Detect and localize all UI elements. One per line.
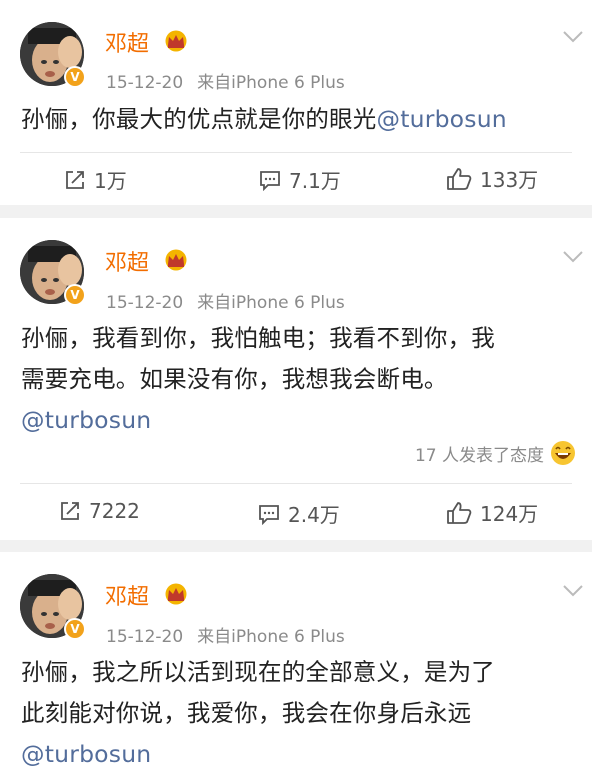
comment-button[interactable]: 2.4万 xyxy=(258,499,340,528)
repost-count: 1万 xyxy=(94,169,127,193)
comment-icon xyxy=(259,504,279,525)
mention-link[interactable]: @turbosun xyxy=(21,734,581,775)
repost-count: 7222 xyxy=(89,499,140,523)
divider xyxy=(20,152,572,153)
post-date: 15-12-20 xyxy=(106,293,184,313)
post-meta: 15-12-20 来自iPhone 6 Plus xyxy=(106,288,345,313)
repost-button[interactable]: 7222 xyxy=(59,499,140,523)
repost-icon xyxy=(66,170,84,189)
like-button[interactable]: 133万 xyxy=(446,164,538,193)
post-source[interactable]: 来自iPhone 6 Plus xyxy=(197,293,345,313)
repost-icon xyxy=(61,502,79,520)
mention-link[interactable]: @turbosun xyxy=(377,105,507,133)
post-text: 孙俪，我看到你，我怕触电；我看不到你，我 需要充电。如果没有你，我想我会断电。 … xyxy=(21,318,581,441)
like-count: 133万 xyxy=(480,168,539,192)
verified-badge-icon: V xyxy=(64,284,86,306)
verified-badge-icon: V xyxy=(64,618,86,640)
like-button[interactable]: 124万 xyxy=(446,498,538,527)
post-date: 15-12-20 xyxy=(106,73,184,93)
crown-icon xyxy=(165,583,187,605)
post-text-line: 孙俪，我看到你，我怕触电；我看不到你，我 xyxy=(21,324,495,352)
verified-badge-icon: V xyxy=(64,66,86,88)
chevron-down-icon[interactable] xyxy=(562,250,584,264)
divider xyxy=(20,483,572,484)
author-name[interactable]: 邓超 xyxy=(105,26,149,58)
post-text-line: 孙俪，你最大的优点就是你的眼光 xyxy=(21,105,377,133)
author-name[interactable]: 邓超 xyxy=(105,579,149,611)
like-icon xyxy=(447,501,472,524)
laugh-emoji-icon xyxy=(551,441,575,465)
repost-button[interactable]: 1万 xyxy=(64,165,127,194)
chevron-down-icon[interactable] xyxy=(562,584,584,598)
comment-icon xyxy=(260,170,280,191)
post-text: 孙俪，你最大的优点就是你的眼光@turbosun xyxy=(21,99,581,140)
post-card-1[interactable]: V 邓超 15-12-20 来自iPhone 6 Plus 孙俪，你最大的优点就是… xyxy=(0,0,592,205)
post-date: 15-12-20 xyxy=(106,627,184,647)
post-text: 孙俪，我之所以活到现在的全部意义，是为了 此刻能对你说，我爱你，我会在你身后永远… xyxy=(21,652,581,775)
mention-link[interactable]: @turbosun xyxy=(21,400,581,441)
weibo-feed: V 邓超 15-12-20 来自iPhone 6 Plus 孙俪，你最大的优点就是… xyxy=(0,0,592,777)
post-card-3[interactable]: V 邓超 15-12-20 来自iPhone 6 Plus 孙俪，我之所以活到现在… xyxy=(0,552,592,777)
post-card-2[interactable]: V 邓超 15-12-20 来自iPhone 6 Plus 孙俪，我看到你，我怕触… xyxy=(0,218,592,540)
post-text-line: 孙俪，我之所以活到现在的全部意义，是为了 xyxy=(21,658,495,686)
comment-count: 7.1万 xyxy=(289,169,341,193)
crown-icon xyxy=(165,30,187,52)
chevron-down-icon[interactable] xyxy=(562,30,584,44)
post-meta: 15-12-20 来自iPhone 6 Plus xyxy=(106,68,345,93)
post-meta: 15-12-20 来自iPhone 6 Plus xyxy=(106,622,345,647)
reactions-summary[interactable]: 17 人发表了态度 xyxy=(415,440,576,466)
crown-icon xyxy=(165,249,187,271)
reactions-text: 17 人发表了态度 xyxy=(414,445,544,466)
post-text-line: 需要充电。如果没有你，我想我会断电。 xyxy=(21,365,448,393)
like-icon xyxy=(447,167,472,190)
like-count: 124万 xyxy=(480,502,539,526)
author-name[interactable]: 邓超 xyxy=(105,245,149,277)
comment-button[interactable]: 7.1万 xyxy=(259,165,341,194)
post-source[interactable]: 来自iPhone 6 Plus xyxy=(197,73,345,93)
comment-count: 2.4万 xyxy=(288,503,340,527)
post-source[interactable]: 来自iPhone 6 Plus xyxy=(197,627,345,647)
post-text-line: 此刻能对你说，我爱你，我会在你身后永远 xyxy=(21,699,472,727)
